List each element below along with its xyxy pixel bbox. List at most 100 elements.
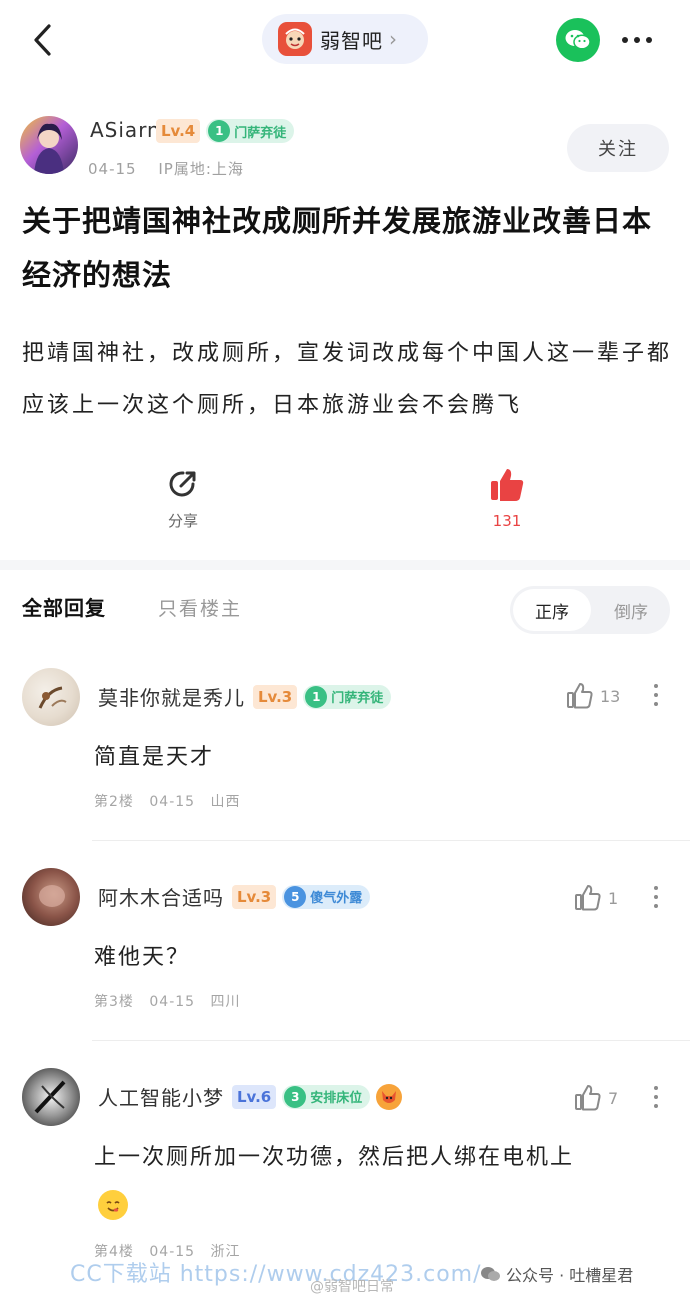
- like-count: 131: [492, 512, 522, 530]
- share-label: 分享: [167, 512, 198, 530]
- author-badges: Lv.4 1 门萨弃徒: [156, 119, 295, 143]
- tag-text: 门萨弃徒: [331, 691, 384, 706]
- dot-icon: [622, 37, 628, 43]
- wechat-icon: [565, 30, 591, 50]
- watermark-source: 公众号 · 吐槽星君: [480, 1262, 633, 1286]
- dot-icon: [654, 1104, 658, 1108]
- tag-number: 1: [208, 120, 231, 142]
- comment-more-button[interactable]: [646, 886, 666, 908]
- dot-icon: [654, 886, 658, 890]
- wechat-share-button[interactable]: [556, 18, 600, 62]
- chevron-right-icon: ›: [389, 27, 397, 51]
- thumbs-up-icon: [575, 885, 601, 911]
- author-name[interactable]: ASiarn: [90, 118, 161, 142]
- commenter-name[interactable]: 阿木木合适吗: [98, 882, 224, 911]
- comment-divider: [92, 840, 690, 841]
- comment-location: 山西: [210, 794, 241, 810]
- thumbs-up-filled-icon: [491, 469, 524, 501]
- sort-asc-button[interactable]: 正序: [513, 589, 591, 631]
- commenter-avatar[interactable]: [22, 1068, 80, 1126]
- watermark-url: CC下载站 https://www.cdz423.com/: [70, 1262, 482, 1287]
- level-badge: Lv.3: [253, 684, 298, 709]
- commenter-name[interactable]: 莫非你就是秀儿: [98, 682, 245, 711]
- forum-logo-icon: [285, 28, 305, 49]
- more-options-button[interactable]: [614, 22, 660, 58]
- dot-icon: [654, 895, 658, 899]
- dot-icon: [654, 684, 658, 688]
- comment-like-button[interactable]: 1: [574, 884, 618, 912]
- share-icon: [169, 471, 196, 497]
- sort-desc-button[interactable]: 倒序: [594, 589, 668, 631]
- tag-number: 5: [284, 885, 307, 908]
- post-body: 把靖国神社，改成厕所，宣发词改成每个中国人这一辈子都应该上一次这个厕所，日本旅游…: [22, 341, 673, 418]
- comment-like-count: 1: [608, 888, 619, 908]
- level-badge: Lv.6: [232, 1084, 277, 1109]
- title-tag: 1 门萨弃徒: [206, 119, 295, 143]
- chevron-left-icon: [34, 24, 51, 56]
- top-bar: 弱智吧 ›: [0, 0, 690, 82]
- level-badge: Lv.4: [156, 119, 201, 143]
- comment-meta: 第2楼 04-15 山西: [94, 791, 241, 811]
- dot-icon: [654, 702, 658, 706]
- watermark-weibo: @弱智吧日常: [310, 1279, 394, 1295]
- commenter-avatar[interactable]: [22, 868, 80, 926]
- watermark-source-text: 公众号 · 吐槽星君: [506, 1266, 634, 1285]
- tag-text: 安排床位: [310, 1091, 363, 1106]
- comment-header: 莫非你就是秀儿 Lv.3 1 门萨弃徒: [98, 682, 392, 711]
- fox-mask-icon: [376, 1083, 403, 1110]
- share-button[interactable]: 分享: [143, 466, 223, 531]
- follow-button[interactable]: 关注: [567, 124, 669, 172]
- avatar-illustration: [39, 885, 65, 907]
- like-button[interactable]: 131: [467, 466, 547, 530]
- floor-number: 第3楼: [94, 994, 134, 1010]
- tag-text: 门萨弃徒: [234, 125, 287, 141]
- dot-icon: [654, 1095, 658, 1099]
- comment-location: 四川: [210, 994, 241, 1010]
- comment-meta: 第3楼 04-15 四川: [94, 991, 241, 1011]
- dot-icon: [634, 37, 640, 43]
- tag-number: 1: [305, 685, 328, 708]
- forum-avatar: [278, 22, 312, 56]
- dot-icon: [654, 1086, 658, 1090]
- comment-header: 阿木木合适吗 Lv.3 5 傻气外露: [98, 882, 371, 911]
- commenter-name[interactable]: 人工智能小梦: [98, 1082, 224, 1111]
- comment-text: 上一次厕所加一次功德，然后把人绑在电机上: [94, 1145, 575, 1170]
- avatar-illustration: [34, 123, 64, 174]
- tab-all-replies[interactable]: 全部回复: [22, 592, 106, 621]
- forum-name: 弱智吧: [320, 28, 383, 53]
- title-tag: 1 门萨弃徒: [303, 684, 392, 709]
- comment-like-count: 13: [600, 686, 621, 706]
- avatar-illustration: [38, 686, 67, 709]
- author-avatar[interactable]: [20, 116, 78, 174]
- dot-icon: [654, 904, 658, 908]
- comment-text: 简直是天才: [94, 745, 215, 770]
- wechat-official-icon: [481, 1267, 500, 1281]
- sort-toggle: 正序 倒序: [510, 586, 670, 634]
- comment-like-count: 7: [608, 1088, 619, 1108]
- comment-header: 人工智能小梦 Lv.6 3 安排床位: [98, 1082, 403, 1111]
- thumbs-up-icon: [575, 1085, 601, 1111]
- post-title: 关于把靖国神社改成厕所并发展旅游业改善日本经济的想法: [22, 204, 653, 292]
- thumbs-up-icon: [567, 683, 593, 709]
- comment-date: 04-15: [149, 994, 196, 1010]
- forum-pill[interactable]: 弱智吧 ›: [262, 14, 428, 64]
- back-button[interactable]: [22, 18, 62, 62]
- tag-text: 傻气外露: [310, 891, 363, 906]
- commenter-avatar[interactable]: [22, 668, 80, 726]
- tab-op-only[interactable]: 只看楼主: [158, 594, 242, 621]
- section-divider: [0, 560, 690, 570]
- comment-divider: [92, 1040, 690, 1041]
- comment-more-button[interactable]: [646, 1086, 666, 1108]
- dot-icon: [654, 693, 658, 697]
- level-badge: Lv.3: [232, 884, 277, 909]
- comment-date: 04-15: [149, 794, 196, 810]
- comment-text: 难他天？: [94, 945, 191, 970]
- comment-more-button[interactable]: [646, 684, 666, 706]
- ip-location: IP属地:上海: [158, 160, 244, 178]
- dot-icon: [646, 37, 652, 43]
- comment-like-button[interactable]: 13: [566, 682, 620, 710]
- author-meta: 04-15 IP属地:上海: [88, 158, 244, 179]
- comment-like-button[interactable]: 7: [574, 1084, 618, 1112]
- yum-face-emoji-icon: [98, 1190, 128, 1220]
- post-date: 04-15: [88, 160, 137, 178]
